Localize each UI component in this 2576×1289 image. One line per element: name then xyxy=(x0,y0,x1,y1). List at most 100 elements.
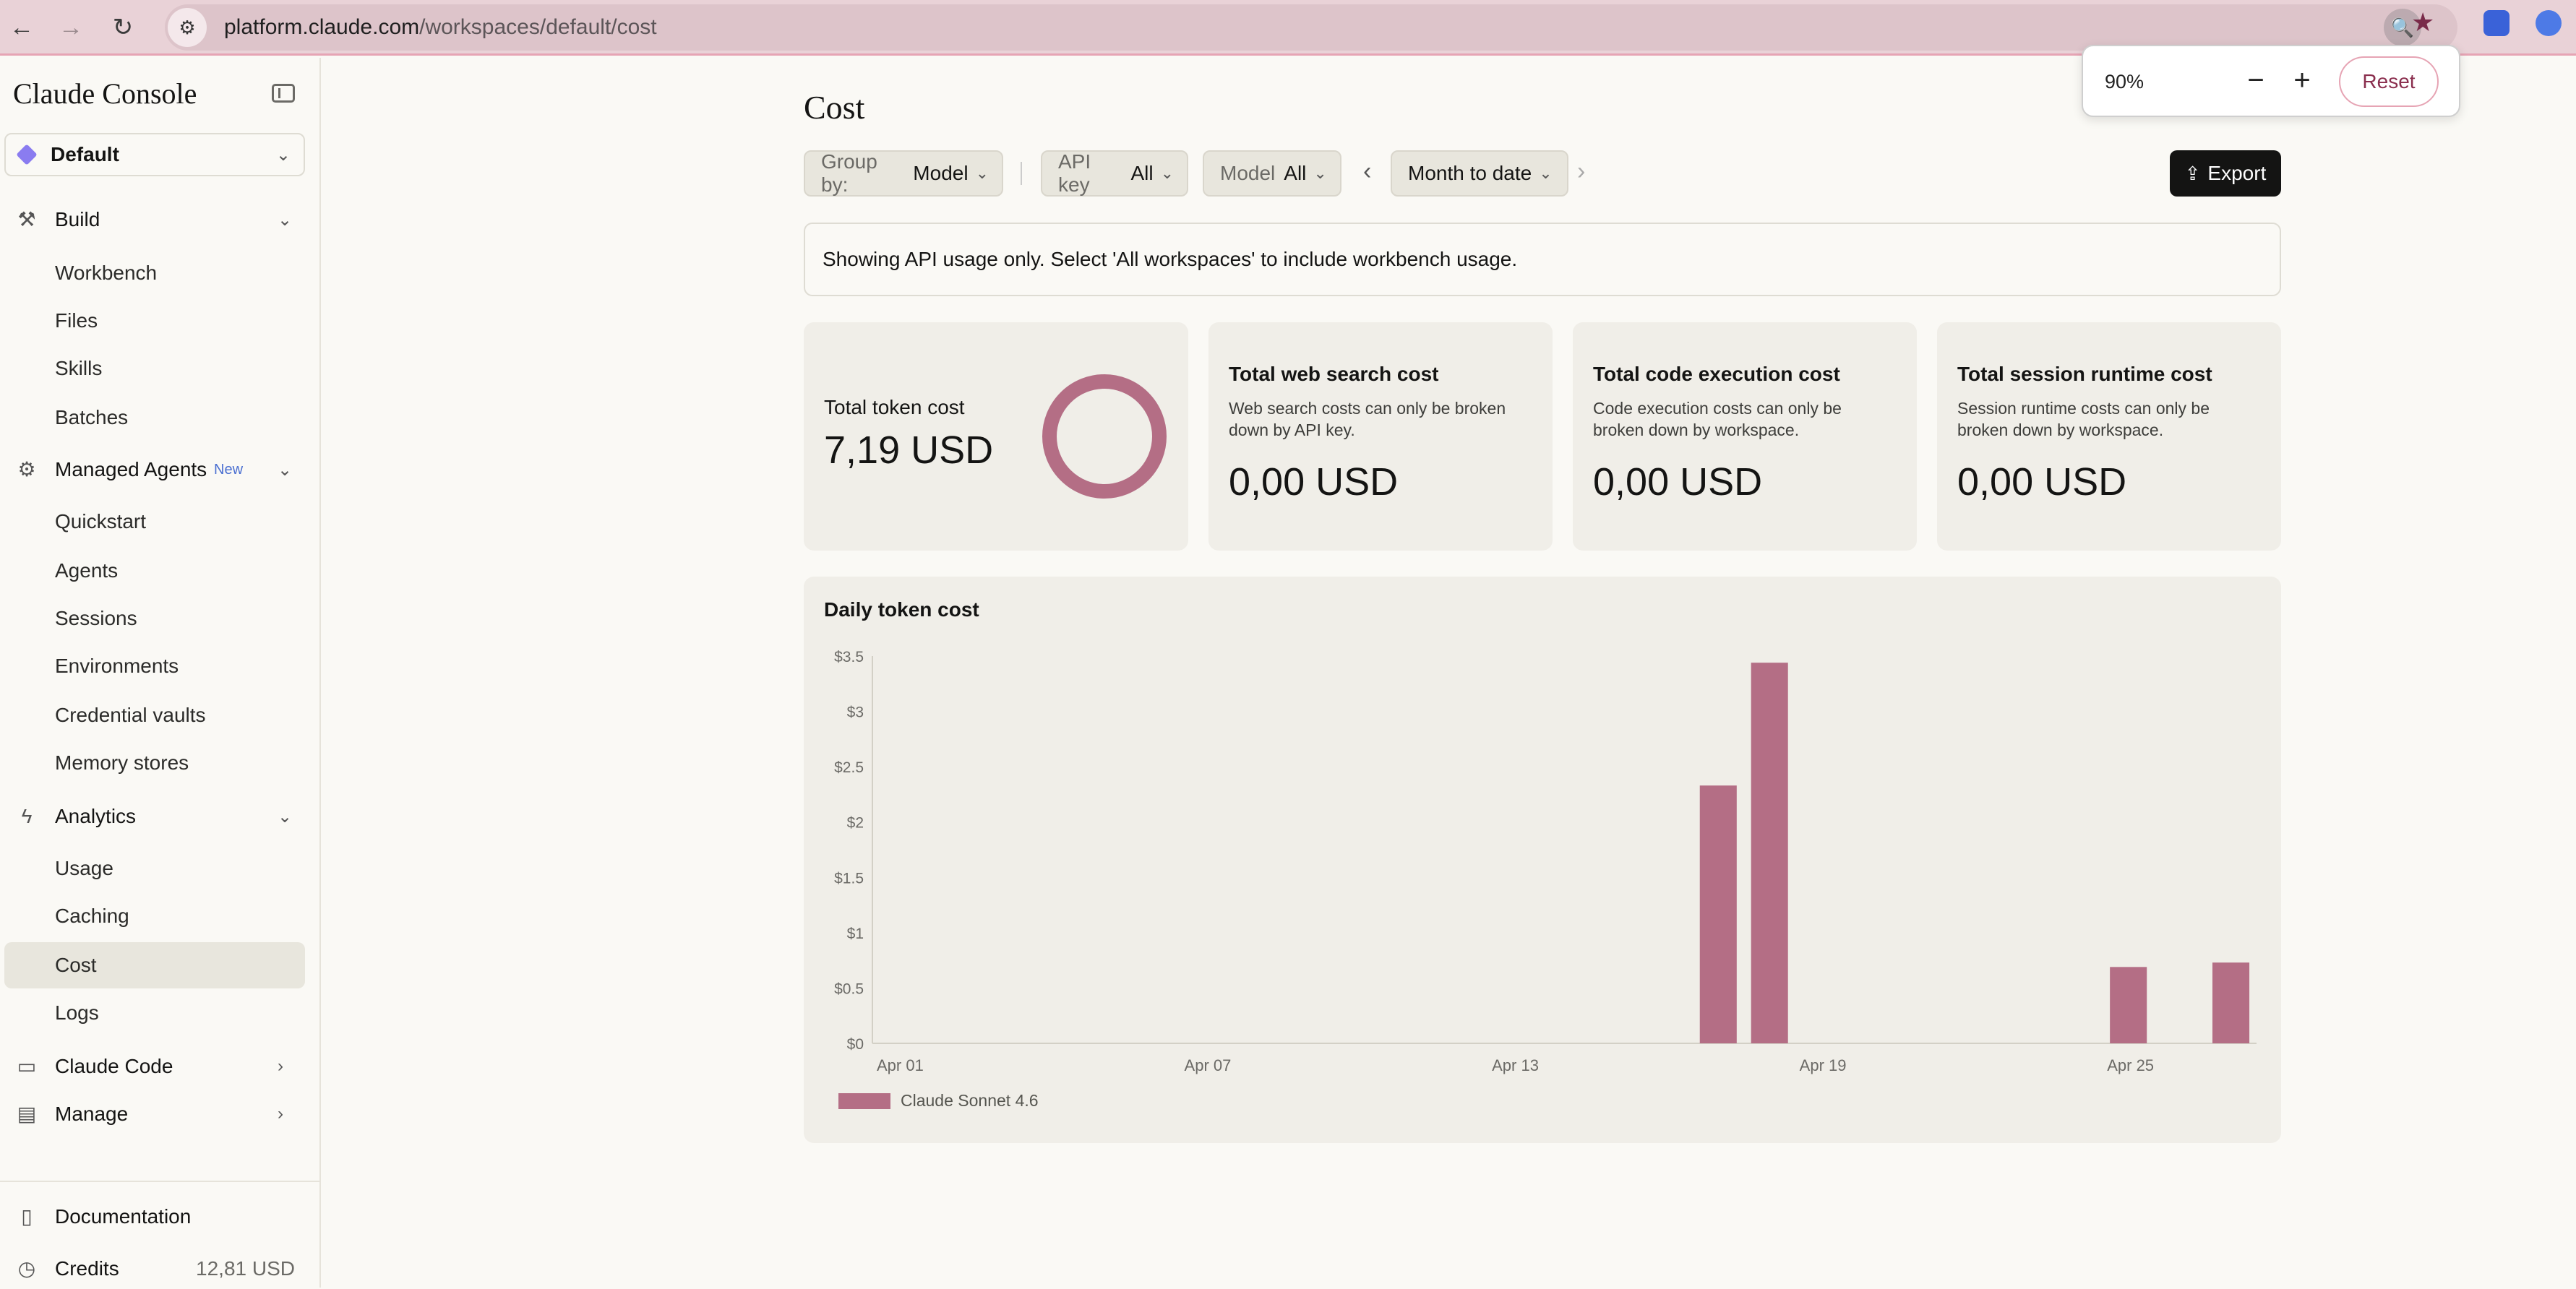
sidebar-item-workbench[interactable]: Workbench xyxy=(4,251,305,295)
bookmark-star-icon[interactable]: ★ xyxy=(2411,7,2434,38)
token-cost-donut xyxy=(1042,374,1167,499)
url-text[interactable]: platform.claude.com/workspaces/default/c… xyxy=(224,15,657,40)
chevron-down-icon: ⌄ xyxy=(975,164,989,182)
sidebar-collapse-icon[interactable] xyxy=(272,84,295,103)
sidebar-item-label: Workbench xyxy=(55,262,158,284)
reload-icon[interactable]: ↻ xyxy=(101,6,145,49)
section-managed-agents[interactable]: ⚙ Managed Agents New ⌄ xyxy=(0,449,321,490)
extension-bookmark-icon[interactable] xyxy=(2483,10,2510,36)
agents-icon: ⚙ xyxy=(17,458,36,480)
card-value: 0,00 USD xyxy=(1229,460,1399,504)
sidebar-item-environments[interactable]: Environments xyxy=(4,644,305,688)
section-manage[interactable]: ▤ Manage › xyxy=(0,1094,321,1134)
x-tick-label: Apr 13 xyxy=(1492,1056,1539,1074)
sidebar-item-label: Credential vaults xyxy=(55,704,206,726)
group-by-value: Model xyxy=(913,162,969,184)
export-label: Export xyxy=(2207,162,2267,184)
section-analytics[interactable]: ϟ Analytics ⌄ xyxy=(0,796,321,837)
bar-apr-27[interactable] xyxy=(2212,962,2250,1043)
chevron-down-icon: ⌄ xyxy=(278,210,293,230)
url-path: /workspaces/default/cost xyxy=(419,15,657,39)
session-runtime-cost-card: Total session runtime cost Session runti… xyxy=(1937,322,2281,551)
sidebar-item-cost[interactable]: Cost xyxy=(4,942,305,988)
forward-icon[interactable]: → xyxy=(49,6,93,49)
section-claude-code[interactable]: ▭ Claude Code › xyxy=(0,1046,321,1087)
date-range-filter[interactable]: Month to date ⌄ xyxy=(1391,150,1568,197)
legend-label: Claude Sonnet 4.6 xyxy=(901,1091,1039,1110)
bar-apr-18[interactable] xyxy=(1751,663,1788,1043)
sidebar-item-label: Batches xyxy=(55,406,129,428)
zoom-level: 90% xyxy=(2105,71,2144,92)
section-build[interactable]: ⚒ Build ⌄ xyxy=(0,199,321,240)
chevron-down-icon: ⌄ xyxy=(1160,164,1174,182)
card-value: 0,00 USD xyxy=(1957,460,2127,504)
address-bar[interactable]: ⚙ platform.claude.com/workspaces/default… xyxy=(165,4,2457,51)
chart-legend: Claude Sonnet 4.6 xyxy=(838,1091,1039,1111)
sidebar-item-label: Quickstart xyxy=(55,510,147,533)
sidebar-item-logs[interactable]: Logs xyxy=(4,991,305,1035)
terminal-icon: ▭ xyxy=(17,1055,37,1077)
section-analytics-label: Analytics xyxy=(55,805,137,827)
x-tick-label: Apr 01 xyxy=(877,1056,924,1074)
sidebar-item-sessions[interactable]: Sessions xyxy=(4,597,305,640)
site-settings-icon[interactable]: ⚙ xyxy=(168,8,207,47)
api-key-key: API key xyxy=(1058,150,1091,196)
sidebar-item-credential-vaults[interactable]: Credential vaults xyxy=(4,694,305,737)
workspace-selector[interactable]: Default ⌄ xyxy=(4,133,305,176)
bar-apr-25[interactable] xyxy=(2110,967,2147,1043)
section-manage-label: Manage xyxy=(55,1103,129,1125)
back-icon[interactable]: ← xyxy=(0,6,43,49)
sidebar-item-caching[interactable]: Caching xyxy=(4,894,305,938)
model-filter[interactable]: Model All ⌄ xyxy=(1203,150,1341,197)
sidebar-item-batches[interactable]: Batches xyxy=(4,396,305,439)
chevron-right-icon: › xyxy=(278,1056,283,1076)
sidebar-item-memory-stores[interactable]: Memory stores xyxy=(4,741,305,785)
zoom-out-button[interactable]: − xyxy=(2238,62,2274,98)
sidebar-item-label: Logs xyxy=(55,1001,99,1024)
sidebar-item-files[interactable]: Files xyxy=(4,299,305,342)
chevron-down-icon: ⌄ xyxy=(1539,164,1553,182)
zoom-in-button[interactable]: + xyxy=(2284,62,2320,98)
workspace-label: Default xyxy=(51,143,119,165)
brand-title: Claude Console xyxy=(13,77,197,110)
model-value: All xyxy=(1284,162,1307,184)
api-key-filter[interactable]: API key All ⌄ xyxy=(1041,150,1188,197)
url-host: platform.claude.com xyxy=(224,15,420,39)
sidebar-item-label: Files xyxy=(55,309,98,332)
section-build-label: Build xyxy=(55,208,100,230)
sidebar-item-skills[interactable]: Skills xyxy=(4,347,305,390)
date-range-value: Month to date xyxy=(1408,162,1532,184)
filter-separator xyxy=(1021,162,1022,185)
card-description: Session runtime costs can only be broken… xyxy=(1957,399,2210,439)
export-button[interactable]: ⇪ Export xyxy=(2170,150,2281,197)
sidebar-item-label: Memory stores xyxy=(55,751,189,774)
card-title: Total web search cost xyxy=(1229,363,1439,385)
sidebar-item-documentation[interactable]: ▯ Documentation xyxy=(0,1197,321,1237)
prev-period-icon[interactable]: ‹ xyxy=(1363,158,1371,186)
sidebar-item-credits[interactable]: ◷ Credits 12,81 USD xyxy=(0,1249,321,1289)
y-tick-label: $3.5 xyxy=(834,649,864,665)
workspace-cube-icon xyxy=(16,144,38,165)
group-by-filter[interactable]: Group by: Model ⌄ xyxy=(804,150,1003,197)
bar-apr-17[interactable] xyxy=(1699,785,1737,1043)
sidebar-item-usage[interactable]: Usage xyxy=(4,847,305,890)
build-icon: ⚒ xyxy=(17,208,36,230)
sidebar-item-agents[interactable]: Agents xyxy=(4,549,305,592)
usage-notice-text: Showing API usage only. Select 'All work… xyxy=(823,248,1518,270)
timer-icon: ◷ xyxy=(17,1257,36,1280)
export-icon: ⇪ xyxy=(2184,162,2201,184)
documentation-label: Documentation xyxy=(55,1205,192,1228)
card-value: 7,19 USD xyxy=(824,428,994,472)
chevron-down-icon: ⌄ xyxy=(278,460,293,480)
chevron-down-icon: ⌄ xyxy=(275,145,291,165)
card-title: Total token cost xyxy=(824,396,965,418)
card-title: Total session runtime cost xyxy=(1957,363,2212,385)
briefcase-icon: ▤ xyxy=(17,1103,37,1125)
zoom-reset-button[interactable]: Reset xyxy=(2339,56,2439,107)
sidebar-item-label: Cost xyxy=(55,954,97,976)
extension-profile-icon[interactable] xyxy=(2536,10,2562,36)
sidebar-item-quickstart[interactable]: Quickstart xyxy=(4,500,305,543)
sidebar-divider xyxy=(0,1181,321,1182)
next-period-icon[interactable]: › xyxy=(1577,158,1585,186)
chart-title: Daily token cost xyxy=(824,598,979,621)
